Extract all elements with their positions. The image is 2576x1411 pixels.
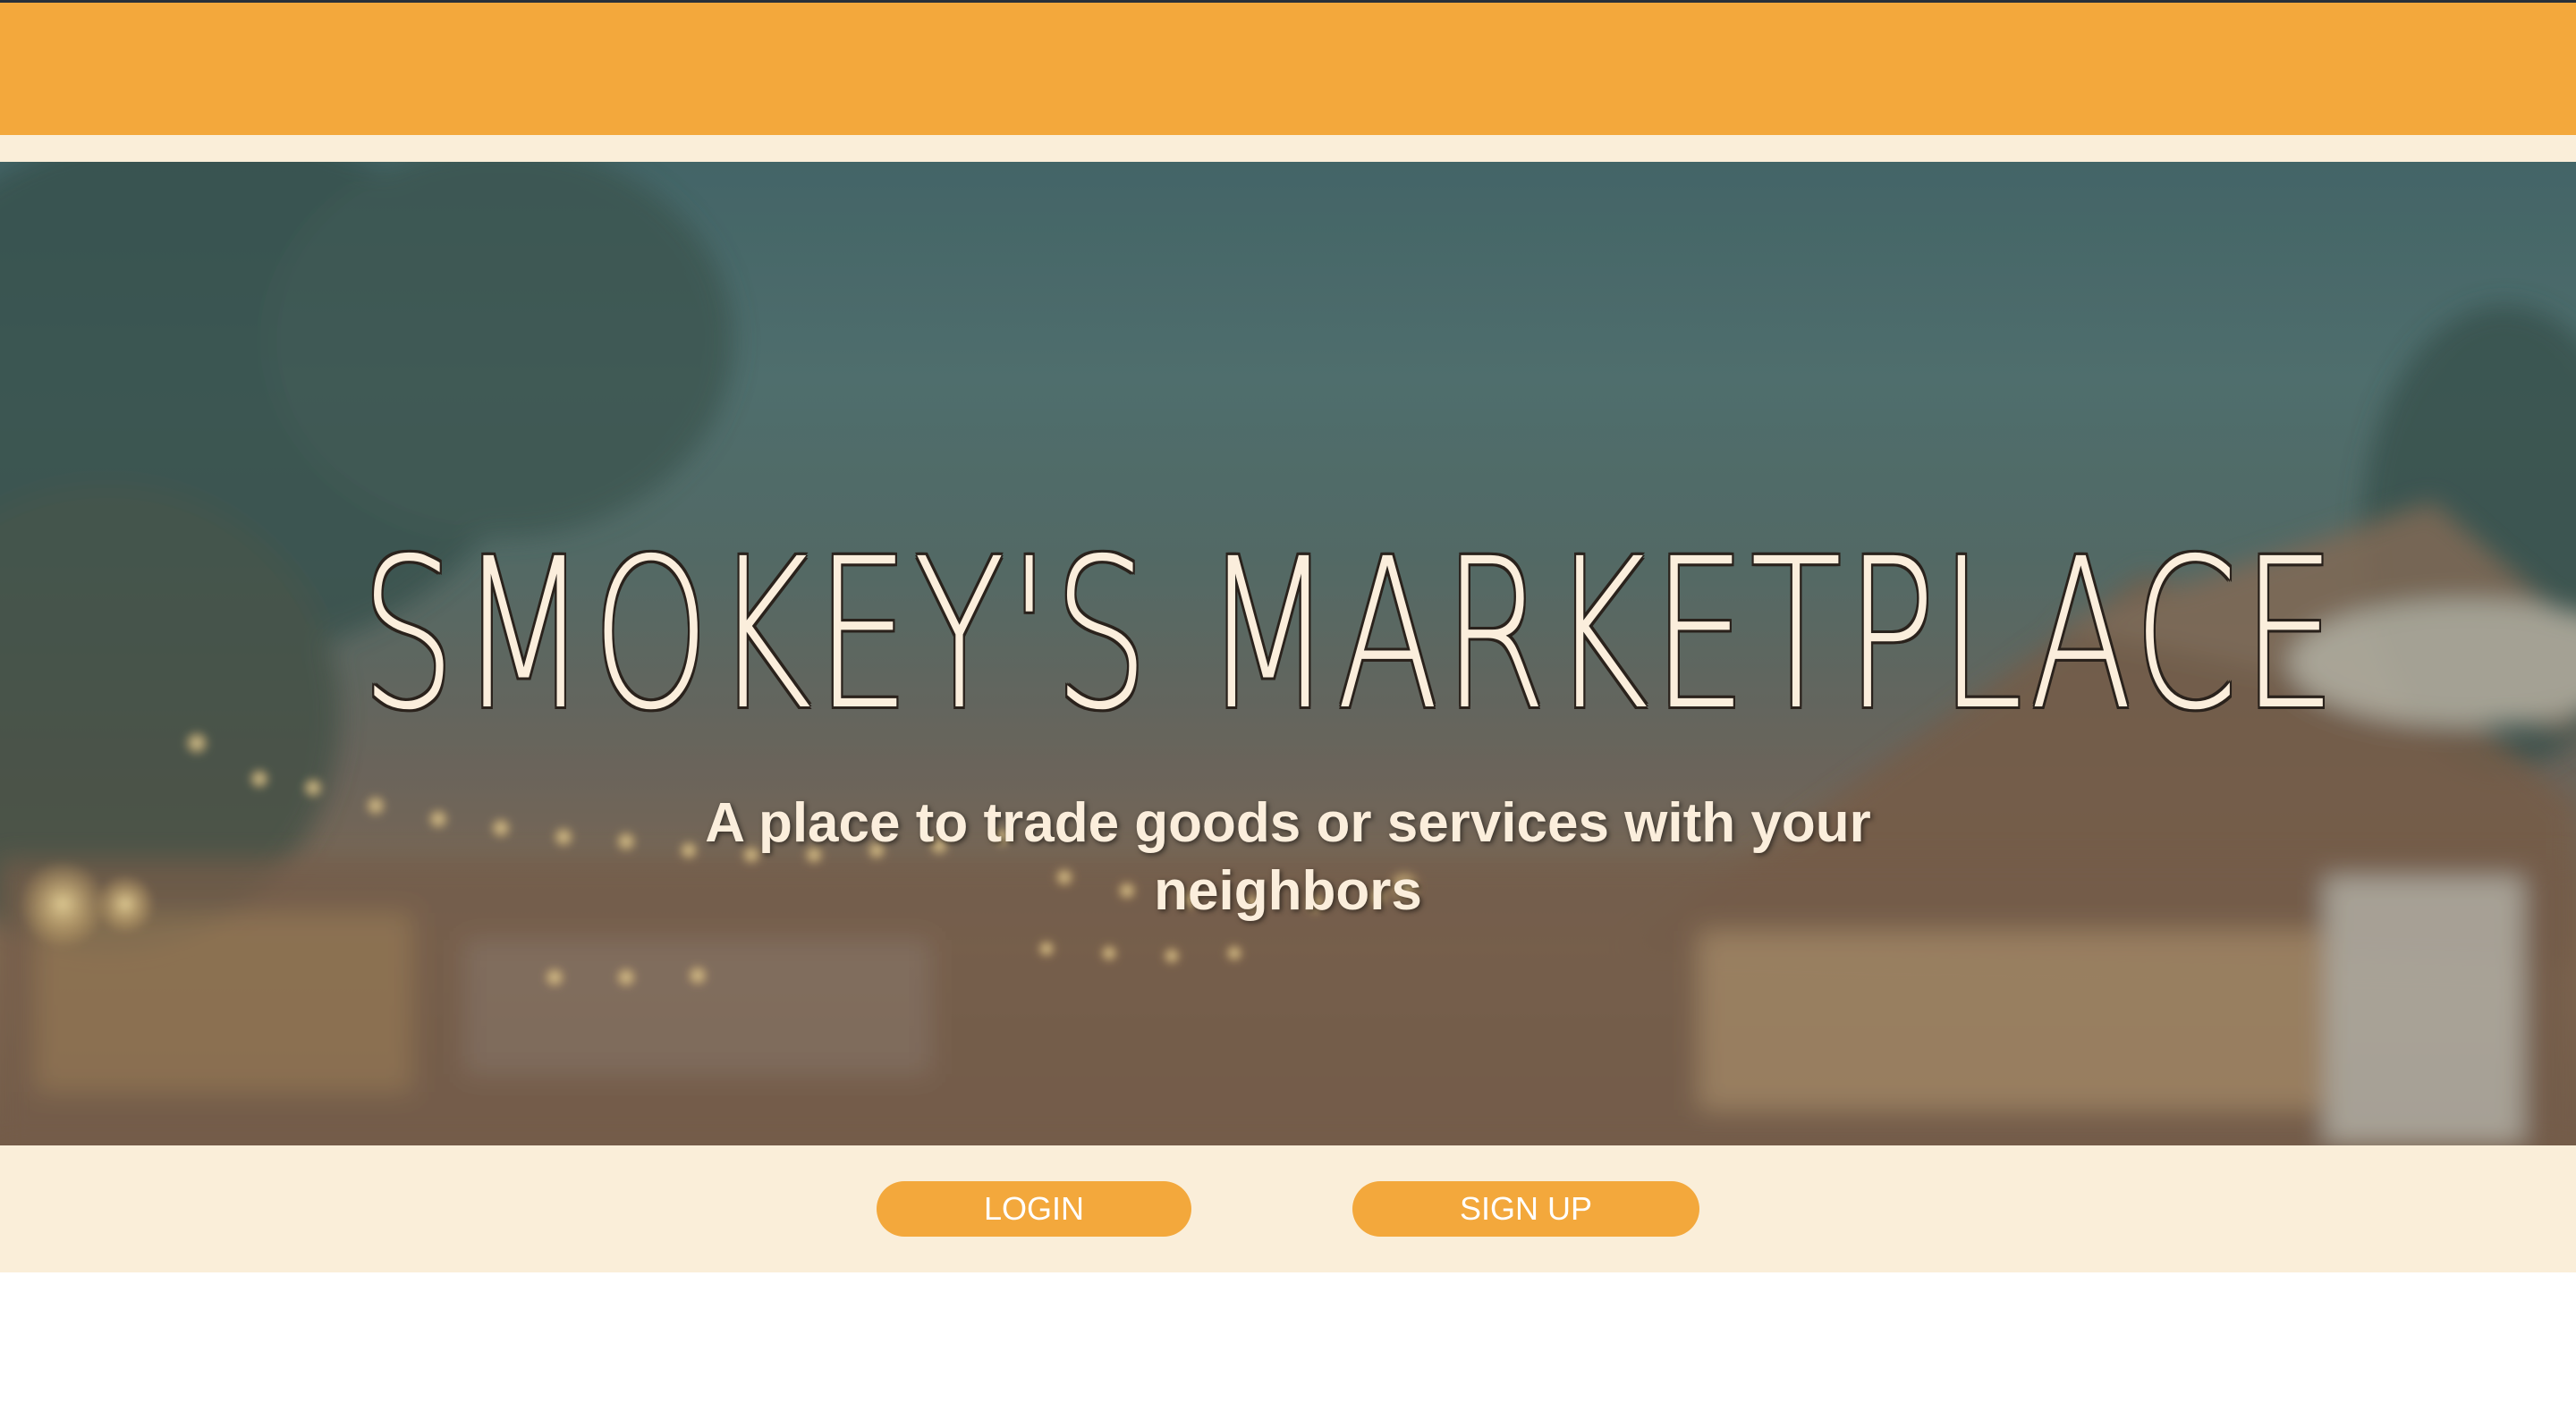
- header-divider-strip: [0, 135, 2576, 162]
- hero-banner: SMOKEY'S MARKETPLACE A place to trade go…: [0, 162, 2576, 1145]
- auth-action-bar: LOGIN SIGN UP: [0, 1145, 2576, 1272]
- login-button[interactable]: LOGIN: [877, 1181, 1191, 1237]
- top-header-bar: [0, 3, 2576, 135]
- sign-up-button[interactable]: SIGN UP: [1352, 1181, 1699, 1237]
- site-tagline: A place to trade goods or services with …: [705, 792, 1871, 922]
- site-title: SMOKEY'S MARKETPLACE: [360, 514, 2341, 756]
